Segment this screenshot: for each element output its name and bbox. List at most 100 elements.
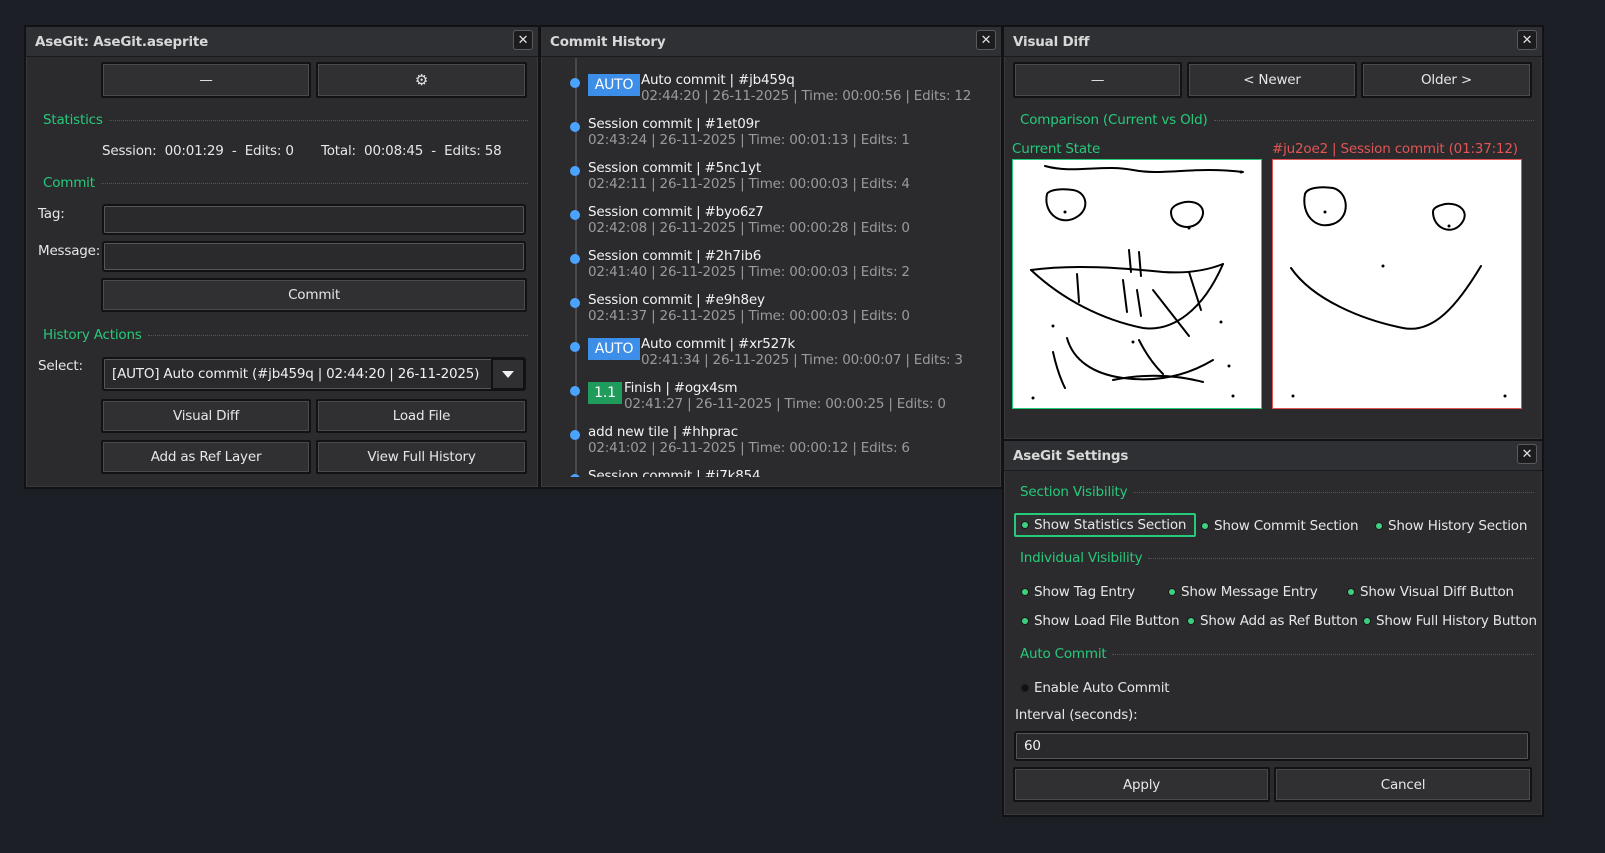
auto-commit-separator: Auto Commit (1020, 646, 1534, 662)
apply-button[interactable]: Apply (1013, 767, 1270, 802)
commit-title: Session commit | #e9h8ey (588, 292, 765, 308)
commit-title: Session commit | #byo6z7 (588, 204, 764, 220)
commit-item[interactable]: 1.1 Finish | #ogx4sm 02:41:27 | 26-11-2025… (541, 378, 997, 422)
commit-heading: Commit (43, 175, 95, 191)
checkbox-indicator (1188, 618, 1194, 624)
show-tag-label: Show Tag Entry (1034, 584, 1135, 600)
commit-title: Auto commit | #xr527k (641, 336, 796, 352)
commit-meta: 02:41:40 | 26-11-2025 | Time: 00:00:03 |… (588, 264, 910, 280)
history-close-button[interactable]: ✕ (976, 30, 996, 50)
show-add-ref-checkbox[interactable]: Show Add as Ref Button (1188, 613, 1358, 629)
timeline-dot (570, 78, 580, 88)
timeline-dot (570, 298, 580, 308)
message-input[interactable] (102, 241, 526, 272)
tag-label: Tag: (38, 206, 65, 222)
commit-item[interactable]: Session commit | #1et09r 02:43:24 | 26-11… (541, 114, 997, 158)
commit-meta: 02:41:27 | 26-11-2025 | Time: 00:00:25 |… (624, 396, 946, 412)
checkbox-indicator (1022, 618, 1028, 624)
comparison-heading: Comparison (Current vs Old) (1020, 112, 1208, 128)
checkbox-indicator (1364, 618, 1370, 624)
show-load-file-label: Show Load File Button (1034, 613, 1180, 629)
main-titlebar[interactable]: AseGit: AseGit.aseprite (26, 27, 538, 57)
checkbox-indicator (1348, 589, 1354, 595)
diff-minimize-button[interactable]: — (1013, 62, 1182, 98)
interval-label: Interval (seconds): (1015, 707, 1138, 723)
diff-title: Visual Diff (1013, 33, 1090, 50)
older-button[interactable]: Older > (1361, 62, 1532, 98)
statistics-heading: Statistics (43, 112, 103, 128)
commit-title: Session commit | #i7k854 (588, 468, 761, 477)
total-stat: Total: 00:08:45 - Edits: 58 (321, 143, 502, 159)
statistics-separator: Statistics (43, 112, 528, 128)
show-tag-checkbox[interactable]: Show Tag Entry (1022, 584, 1135, 600)
commit-button[interactable]: Commit (101, 278, 527, 312)
commit-item[interactable]: add new tile | #hhprac 02:41:02 | 26-11-2… (541, 422, 997, 466)
commit-history-dialog: Commit History ✕ AUTO Auto commit | #jb45… (539, 25, 1003, 489)
dropdown-button[interactable] (491, 358, 525, 390)
history-select-value: [AUTO] Auto commit (#jb459q | 02:44:20 |… (112, 366, 480, 382)
commit-meta: 02:42:11 | 26-11-2025 | Time: 00:00:03 |… (588, 176, 910, 192)
show-message-checkbox[interactable]: Show Message Entry (1169, 584, 1318, 600)
checkbox-indicator (1202, 523, 1208, 529)
asegit-settings-dialog: AseGit Settings ✕ Section Visibility Sho… (1002, 439, 1544, 817)
commit-item[interactable]: Session commit | #byo6z7 02:42:08 | 26-11… (541, 202, 997, 246)
show-message-label: Show Message Entry (1181, 584, 1318, 600)
minimize-button[interactable]: — (101, 62, 311, 98)
history-title: Commit History (550, 33, 666, 50)
tag-input[interactable] (102, 204, 526, 235)
diff-titlebar[interactable]: Visual Diff (1004, 27, 1542, 57)
commit-item[interactable]: Session commit | #i7k854 (541, 466, 997, 477)
show-visual-diff-checkbox[interactable]: Show Visual Diff Button (1348, 584, 1514, 600)
settings-close-button[interactable]: ✕ (1517, 444, 1537, 464)
enable-auto-commit-label: Enable Auto Commit (1034, 680, 1170, 696)
section-visibility-heading: Section Visibility (1020, 484, 1128, 500)
commit-item[interactable]: Session commit | #e9h8ey 02:41:37 | 26-11… (541, 290, 997, 334)
show-visual-diff-label: Show Visual Diff Button (1360, 584, 1514, 600)
cancel-button[interactable]: Cancel (1274, 767, 1532, 802)
settings-titlebar[interactable]: AseGit Settings (1004, 441, 1542, 471)
interval-input[interactable]: 60 (1014, 731, 1530, 761)
commit-item[interactable]: AUTO Auto commit | #xr527k 02:41:34 | 26-1… (541, 334, 997, 378)
enable-auto-commit-checkbox[interactable]: Enable Auto Commit (1022, 680, 1170, 696)
checkbox-indicator (1169, 589, 1175, 595)
show-history-checkbox[interactable]: Show History Section (1376, 518, 1527, 534)
commit-item[interactable]: Session commit | #2h7ib6 02:41:40 | 26-11… (541, 246, 997, 290)
history-actions-separator: History Actions (43, 327, 528, 343)
commit-meta: 02:42:08 | 26-11-2025 | Time: 00:00:28 |… (588, 220, 910, 236)
settings-title: AseGit Settings (1013, 447, 1129, 464)
old-state-canvas (1272, 159, 1522, 409)
show-full-history-label: Show Full History Button (1376, 613, 1537, 629)
timeline-dot (570, 254, 580, 264)
commit-meta: 02:43:24 | 26-11-2025 | Time: 00:01:13 |… (588, 132, 910, 148)
newer-button[interactable]: < Newer (1187, 62, 1357, 98)
visual-diff-button[interactable]: Visual Diff (101, 399, 311, 433)
timeline-dot (570, 386, 580, 396)
show-statistics-checkbox[interactable]: Show Statistics Section (1014, 513, 1197, 537)
show-history-label: Show History Section (1388, 518, 1528, 534)
individual-visibility-separator: Individual Visibility (1020, 550, 1534, 566)
show-commit-checkbox[interactable]: Show Commit Section (1202, 518, 1359, 534)
view-full-history-button[interactable]: View Full History (316, 440, 527, 474)
timeline-dot (570, 122, 580, 132)
commit-title: Session commit | #5nc1yt (588, 160, 761, 176)
history-titlebar[interactable]: Commit History (541, 27, 1001, 57)
auto-badge: AUTO (588, 338, 640, 360)
commit-item[interactable]: Session commit | #5nc1yt 02:42:11 | 26-11… (541, 158, 997, 202)
timeline-dot (570, 166, 580, 176)
show-full-history-checkbox[interactable]: Show Full History Button (1364, 613, 1537, 629)
commit-meta: 02:41:02 | 26-11-2025 | Time: 00:00:12 |… (588, 440, 910, 456)
show-statistics-label: Show Statistics Section (1034, 517, 1187, 533)
show-load-file-checkbox[interactable]: Show Load File Button (1022, 613, 1179, 629)
commit-title: Session commit | #1et09r (588, 116, 760, 132)
load-file-button[interactable]: Load File (316, 399, 527, 433)
history-select[interactable]: [AUTO] Auto commit (#jb459q | 02:44:20 |… (102, 357, 526, 391)
commit-title: Auto commit | #jb459q (641, 72, 795, 88)
commit-item[interactable]: AUTO Auto commit | #jb459q 02:44:20 | 26-1… (541, 70, 997, 114)
main-close-button[interactable]: ✕ (513, 30, 533, 50)
auto-badge: AUTO (588, 74, 640, 96)
diff-close-button[interactable]: ✕ (1517, 30, 1537, 50)
message-label: Message: (38, 243, 101, 259)
section-visibility-separator: Section Visibility (1020, 484, 1534, 500)
add-ref-layer-button[interactable]: Add as Ref Layer (101, 440, 311, 474)
settings-gear-button[interactable]: ⚙ (316, 62, 527, 98)
